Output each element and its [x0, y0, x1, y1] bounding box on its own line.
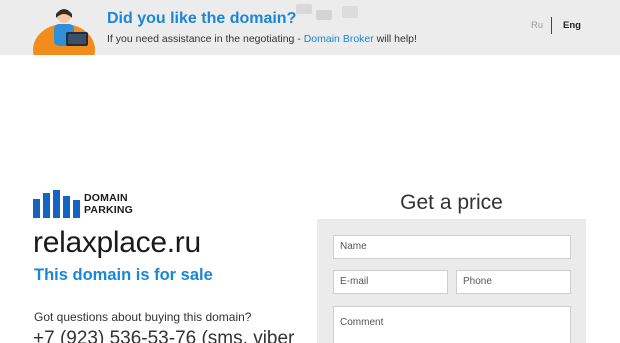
contact-question: Got questions about buying this domain? [34, 310, 252, 324]
logo-line-1: DOMAIN [84, 192, 128, 204]
contact-phone[interactable]: +7 (923) 536-53-76 (sms, viber [33, 328, 294, 343]
banner-subline-suffix: will help! [373, 33, 417, 45]
domain-parking-logo: DOMAIN PARKING [33, 190, 153, 218]
language-divider [551, 17, 552, 34]
banner-headline: Did you like the domain? [107, 10, 297, 27]
email-input[interactable]: E-mail [333, 270, 448, 294]
domain-name: relaxplace.ru [33, 226, 201, 259]
phone-input[interactable]: Phone [456, 270, 571, 294]
domain-broker-link[interactable]: Domain Broker [304, 33, 374, 45]
comment-textarea[interactable]: Comment [333, 306, 571, 343]
for-sale-status: This domain is for sale [34, 266, 213, 284]
banner-subline: If you need assistance in the negotiatin… [107, 33, 417, 45]
form-title: Get a price [400, 191, 503, 214]
banner-subline-prefix: If you need assistance in the negotiatin… [107, 33, 304, 45]
chat-bubbles-icon [296, 4, 358, 20]
support-agent-illustration [33, 9, 95, 55]
logo-bars-icon [33, 190, 80, 218]
name-input[interactable]: Name [333, 235, 571, 259]
logo-text: DOMAIN PARKING [84, 192, 133, 216]
top-banner: Did you like the domain? If you need ass… [0, 0, 620, 55]
language-en-link[interactable]: Eng [563, 20, 581, 31]
logo-line-2: PARKING [84, 204, 134, 216]
language-ru-link[interactable]: Ru [531, 20, 543, 31]
